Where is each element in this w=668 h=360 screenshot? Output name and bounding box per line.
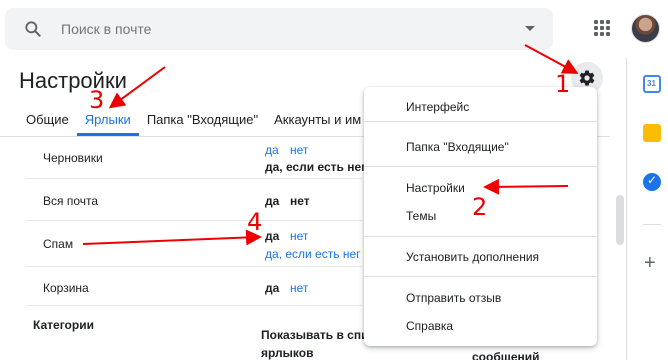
menu-separator [364, 121, 597, 122]
calendar-icon[interactable] [643, 75, 661, 93]
side-panel-separator [643, 224, 661, 225]
row-label-spam: Спам [43, 237, 74, 251]
menu-separator [364, 236, 597, 237]
menu-separator [364, 276, 597, 277]
scrollbar[interactable] [616, 195, 624, 245]
tab-inbox[interactable]: Папка "Входящие" [139, 102, 266, 136]
row-divider [26, 305, 362, 306]
row-divider [26, 178, 362, 179]
show-drafts-link[interactable]: да [265, 143, 279, 157]
tasks-icon[interactable] [643, 173, 661, 191]
categories-header-line1: Показывать в спи [261, 328, 369, 342]
settings-tabs: Общие Ярлыки Папка "Входящие" Аккаунты и… [18, 102, 369, 136]
apps-grid-icon[interactable] [594, 20, 610, 36]
categories-header-line2: ярлыков [261, 346, 314, 360]
row-divider [26, 220, 362, 221]
row-divider [26, 266, 362, 267]
hide-drafts-link[interactable]: нет [290, 143, 308, 157]
add-addon-icon[interactable]: + [644, 253, 656, 273]
annotation-number-3: 3 [89, 86, 105, 114]
search-bar[interactable] [5, 8, 553, 50]
search-input[interactable] [61, 21, 481, 37]
spam-show-selected: да [265, 229, 280, 243]
trash-hide-link[interactable]: нет [290, 281, 308, 295]
categories-heading: Категории [33, 318, 94, 332]
menu-item-settings[interactable]: Настройки [406, 181, 465, 195]
all-mail-hide-link[interactable]: нет [290, 194, 310, 208]
annotation-number-4: 4 [247, 208, 263, 236]
spam-unread-option[interactable]: да, если есть нег [265, 247, 361, 261]
annotation-number-2: 2 [472, 193, 488, 221]
gear-icon [579, 70, 595, 86]
page-title: Настройки [19, 68, 127, 93]
tab-accounts[interactable]: Аккаунты и им [266, 102, 369, 136]
menu-item-feedback[interactable]: Отправить отзыв [406, 291, 501, 305]
row-label-trash: Корзина [43, 281, 89, 295]
spam-hide-link[interactable]: нет [290, 229, 308, 243]
all-mail-show-selected: да [265, 194, 280, 208]
menu-item-install-addons[interactable]: Установить дополнения [406, 250, 539, 264]
arrow-4 [82, 229, 262, 246]
categories-messages-header: сообщений [472, 350, 540, 360]
avatar[interactable] [631, 14, 660, 43]
side-panel-divider [626, 58, 627, 360]
keep-icon[interactable] [643, 124, 661, 142]
search-options-icon[interactable] [525, 26, 535, 31]
drafts-unread-option: да, если есть нег [265, 160, 367, 174]
menu-item-interface[interactable]: Интерфейс [406, 100, 469, 114]
search-icon[interactable] [23, 19, 43, 39]
annotation-number-1: 1 [555, 70, 571, 98]
menu-item-themes[interactable]: Темы [406, 209, 436, 223]
categories-column-header: Показывать в спи ярлыков [261, 326, 368, 360]
trash-show-selected: да [265, 281, 280, 295]
menu-separator [364, 166, 597, 167]
tab-labels[interactable]: Ярлыки [76, 102, 139, 136]
menu-item-help[interactable]: Справка [406, 319, 453, 333]
menu-item-inbox[interactable]: Папка "Входящие" [406, 140, 509, 154]
tab-general[interactable]: Общие [18, 102, 77, 136]
row-label-drafts: Черновики [43, 151, 103, 165]
row-label-all-mail: Вся почта [43, 194, 99, 208]
